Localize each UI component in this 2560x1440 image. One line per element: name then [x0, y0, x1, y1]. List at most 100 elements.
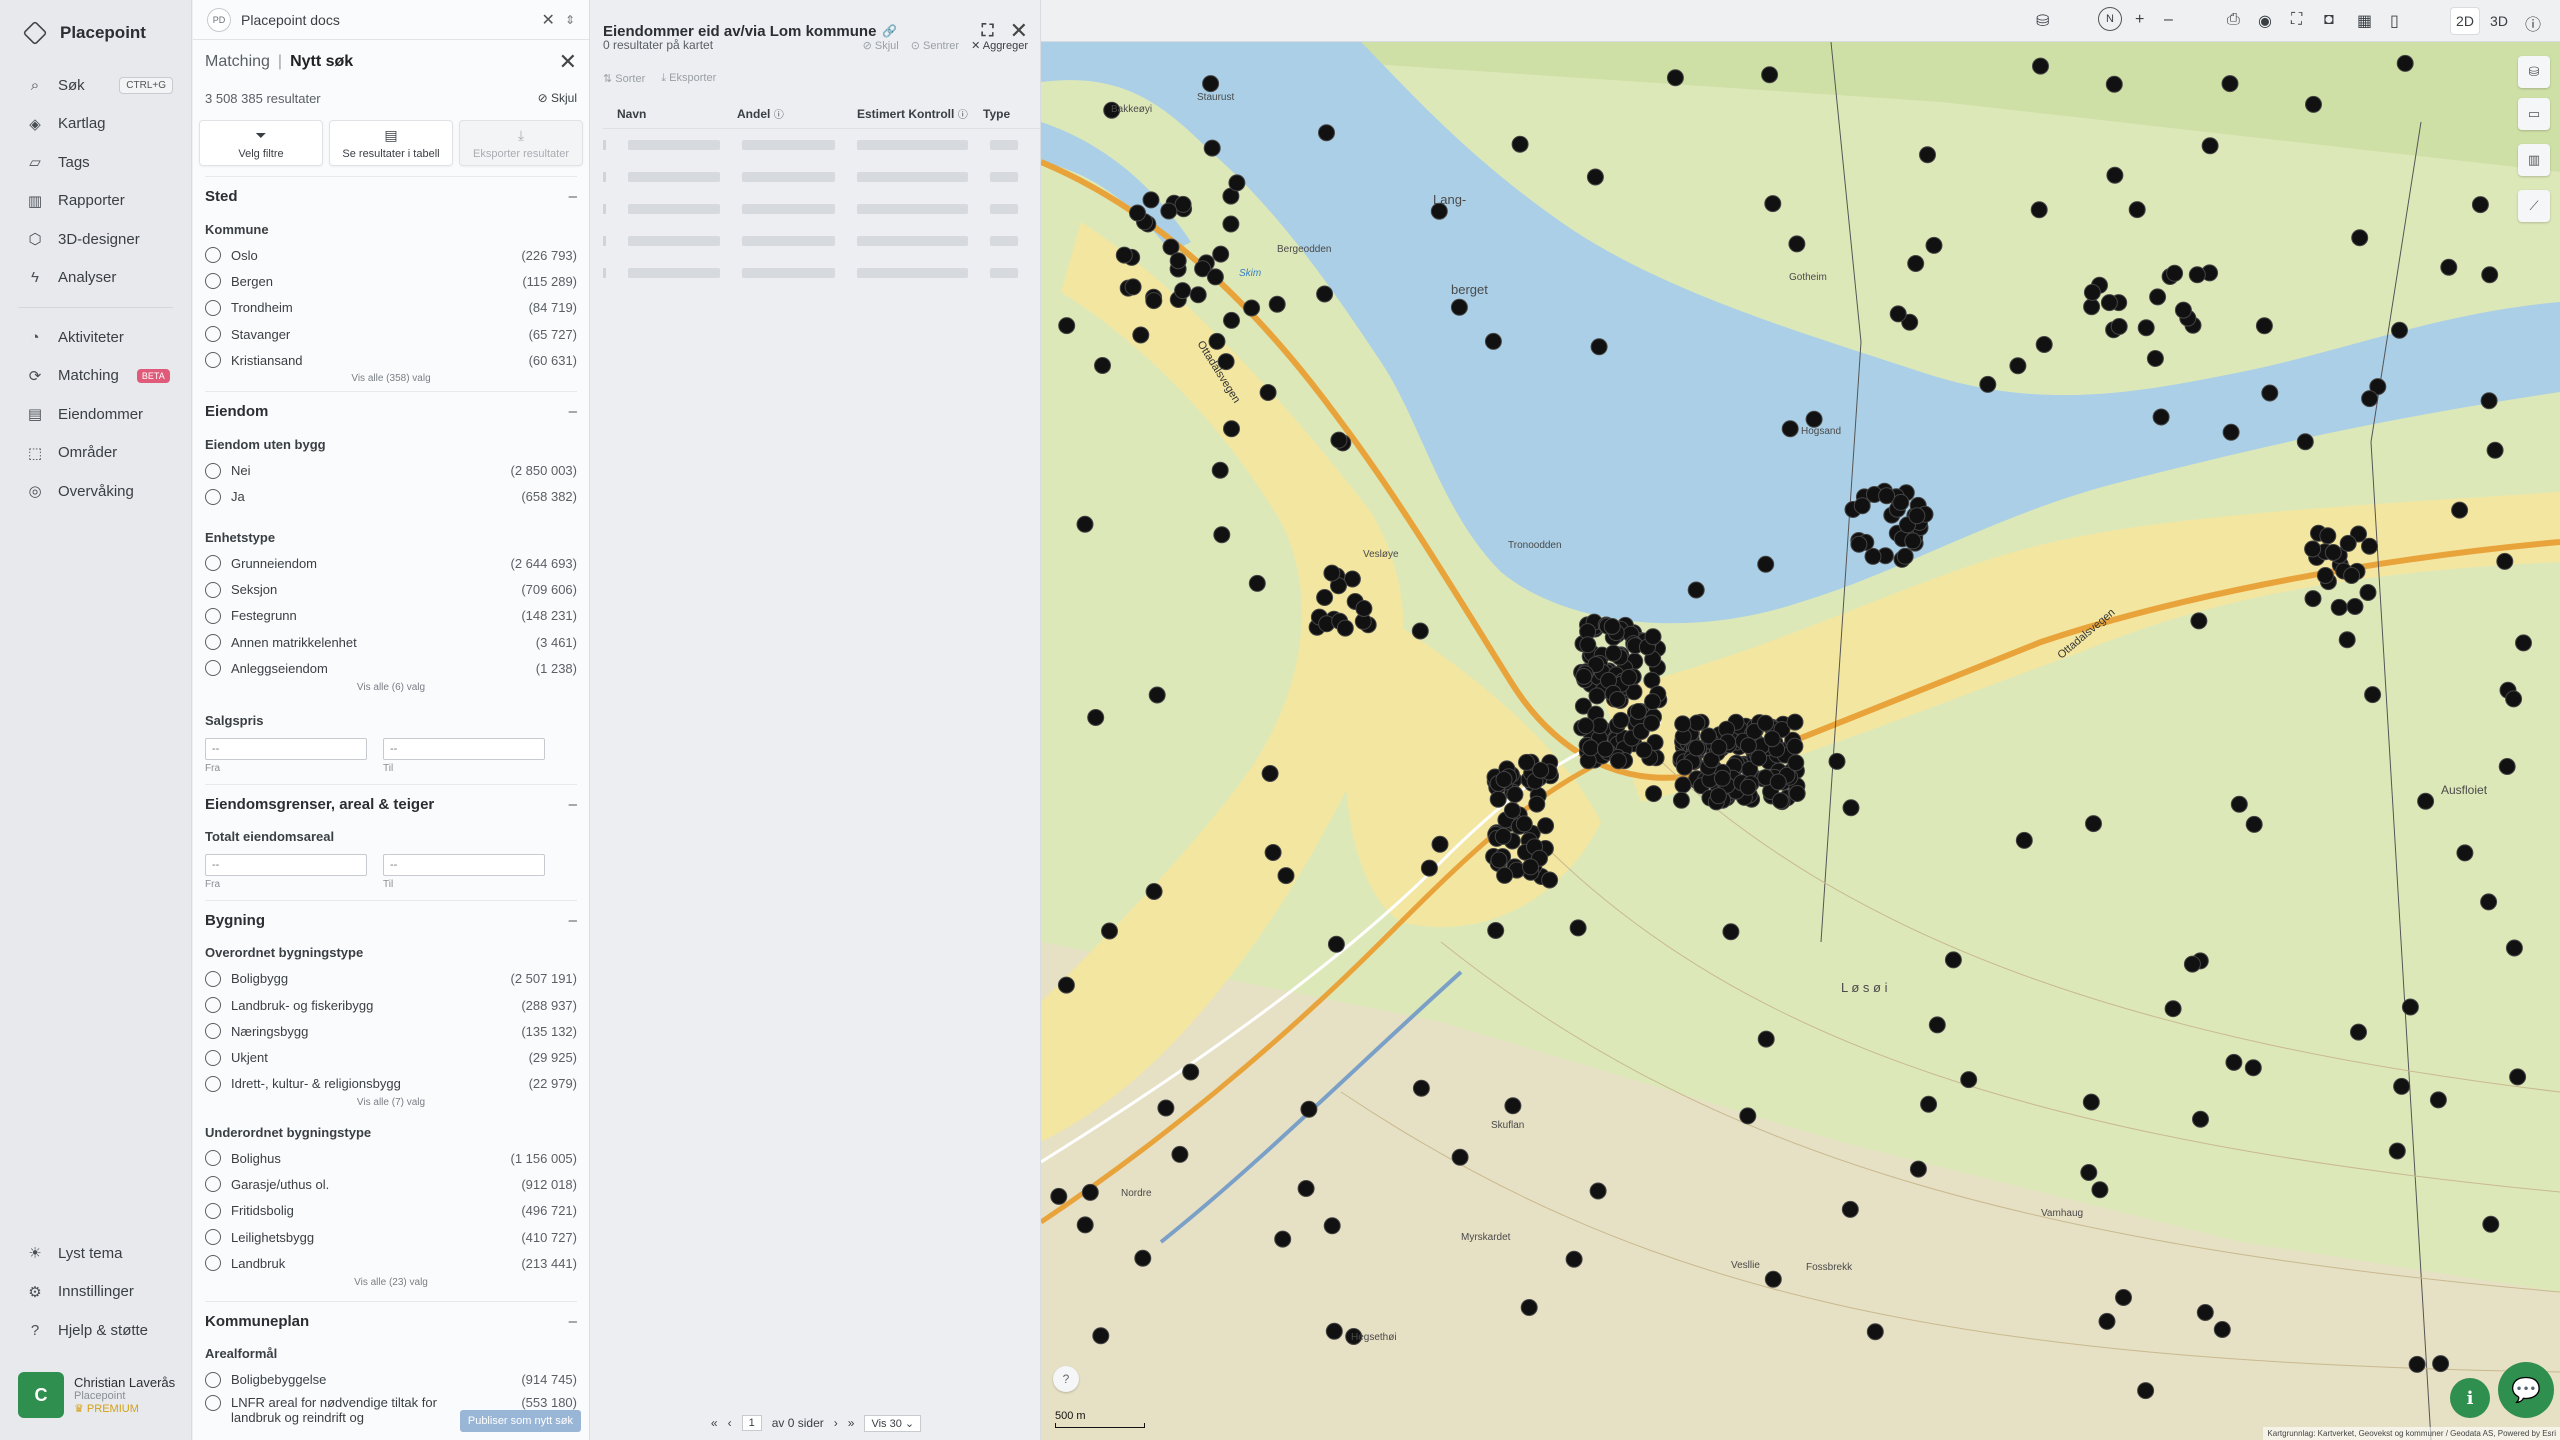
center-button[interactable]: ⊙ Sentrer [911, 39, 959, 52]
show-all-link[interactable]: Vis alle (7) valg [205, 1097, 577, 1115]
property-marker[interactable] [1896, 547, 1914, 565]
property-marker[interactable] [1889, 305, 1907, 323]
property-marker[interactable] [2324, 544, 2342, 561]
property-marker[interactable] [1145, 883, 1163, 900]
radio-button[interactable] [205, 997, 221, 1013]
filter-option[interactable]: Garasje/uthus ol. (912 018) [205, 1171, 577, 1197]
property-marker[interactable] [2137, 319, 2155, 337]
property-marker[interactable] [1490, 851, 1508, 869]
property-marker[interactable] [1171, 1145, 1189, 1163]
property-marker[interactable] [2255, 317, 2273, 335]
property-marker[interactable] [2015, 831, 2033, 849]
property-marker[interactable] [1828, 752, 1846, 770]
property-marker[interactable] [2417, 792, 2435, 810]
filter-option[interactable]: Boligbebyggelse (914 745) [205, 1367, 577, 1393]
property-marker[interactable] [1411, 622, 1429, 640]
collapse-icon[interactable]: – [569, 1313, 577, 1330]
property-marker[interactable] [1710, 738, 1728, 756]
property-marker[interactable] [1944, 951, 1962, 969]
property-marker[interactable] [1134, 1249, 1152, 1267]
property-marker[interactable] [1148, 686, 1166, 704]
property-marker[interactable] [2319, 527, 2337, 545]
property-marker[interactable] [1261, 765, 1279, 782]
eye-icon[interactable]: ◉ [2258, 11, 2272, 31]
property-marker[interactable] [1327, 935, 1345, 953]
property-marker[interactable] [2350, 1023, 2367, 1041]
property-marker[interactable] [1763, 730, 1781, 748]
view-table-button[interactable]: ▤ Se resultater i tabell [329, 120, 453, 166]
property-marker[interactable] [1904, 532, 1922, 550]
property-marker[interactable] [1575, 668, 1593, 685]
property-marker[interactable] [1722, 923, 1740, 941]
property-marker[interactable] [2083, 298, 2101, 316]
map-chart-button[interactable]: ▥ [2518, 144, 2550, 176]
collapse-icon[interactable]: – [569, 796, 577, 813]
property-marker[interactable] [2359, 584, 2377, 601]
property-marker[interactable] [2471, 196, 2489, 214]
property-marker[interactable] [1757, 1030, 1775, 1048]
map-view[interactable]: Skim Ottadalsvegen Ottadalsvegen Vesløye… [1041, 42, 2560, 1440]
property-marker[interactable] [2296, 433, 2314, 451]
property-marker[interactable] [1264, 844, 1282, 861]
property-marker[interactable] [2225, 1053, 2243, 1071]
property-marker[interactable] [1142, 191, 1160, 209]
property-marker[interactable] [1496, 866, 1514, 884]
filter-option[interactable]: Seksjon (709 606) [205, 576, 577, 602]
nav-item-eiendommer[interactable]: ▤ Eiendommer [0, 395, 191, 434]
filter-option[interactable]: Bolighus (1 156 005) [205, 1145, 577, 1171]
property-marker[interactable] [1076, 515, 1094, 533]
bookmark-icon[interactable]: ▯ [2390, 11, 2399, 31]
collapse-icon[interactable]: – [569, 403, 577, 420]
property-marker[interactable] [1092, 1327, 1110, 1345]
property-marker[interactable] [2338, 631, 2356, 649]
radio-button[interactable] [205, 1023, 221, 1040]
hide-button[interactable]: ⊘ Skjul [538, 91, 577, 105]
layers-stack-icon[interactable]: ⛁ [2036, 11, 2049, 31]
property-marker[interactable] [2451, 501, 2469, 519]
property-marker[interactable] [1451, 1148, 1469, 1166]
property-marker[interactable] [1609, 691, 1626, 708]
property-marker[interactable] [2432, 1355, 2450, 1373]
property-marker[interactable] [2183, 955, 2201, 973]
property-marker[interactable] [1212, 245, 1230, 263]
zoom-in-icon[interactable]: + [2135, 11, 2144, 29]
property-marker[interactable] [1330, 431, 1348, 449]
nav-item-tags[interactable]: ▱ Tags [0, 143, 191, 182]
property-marker[interactable] [1057, 976, 1075, 994]
property-marker[interactable] [1582, 739, 1600, 757]
property-marker[interactable] [1489, 790, 1507, 808]
property-marker[interactable] [1318, 124, 1335, 142]
area-from-input[interactable] [205, 853, 367, 876]
property-marker[interactable] [1420, 859, 1438, 877]
property-marker[interactable] [1520, 1299, 1538, 1316]
section-header[interactable]: Eiendom – [205, 391, 577, 431]
property-marker[interactable] [1629, 703, 1647, 720]
property-marker[interactable] [1076, 1216, 1094, 1234]
property-marker[interactable] [1058, 317, 1076, 335]
property-marker[interactable] [1586, 168, 1604, 186]
property-marker[interactable] [1323, 564, 1341, 582]
area-to-input[interactable] [383, 853, 545, 876]
property-marker[interactable] [1412, 1079, 1430, 1097]
property-marker[interactable] [1537, 817, 1555, 835]
filter-option[interactable]: Nei (2 850 003) [205, 457, 577, 483]
filter-option[interactable]: Boligbygg (2 507 191) [205, 966, 577, 992]
property-marker[interactable] [2166, 264, 2184, 282]
property-marker[interactable] [2440, 258, 2458, 276]
collapse-icon[interactable]: – [569, 188, 577, 205]
radio-button[interactable] [205, 1075, 221, 1092]
price-from-input[interactable] [205, 737, 367, 760]
property-marker[interactable] [1528, 795, 1546, 813]
property-marker[interactable] [1506, 786, 1524, 803]
property-marker[interactable] [2480, 392, 2498, 410]
property-marker[interactable] [1115, 246, 1133, 264]
property-marker[interactable] [2496, 552, 2514, 570]
collapse-icon[interactable]: – [569, 912, 577, 929]
nav-item-søk[interactable]: ⌕ Søk CTRL+G [0, 66, 191, 105]
property-marker[interactable] [1739, 778, 1757, 796]
breadcrumb[interactable]: Matching [205, 53, 270, 71]
property-marker[interactable] [1494, 827, 1512, 845]
column-type[interactable]: Type [983, 107, 1010, 121]
property-marker[interactable] [1243, 299, 1261, 317]
property-marker[interactable] [2498, 758, 2516, 775]
